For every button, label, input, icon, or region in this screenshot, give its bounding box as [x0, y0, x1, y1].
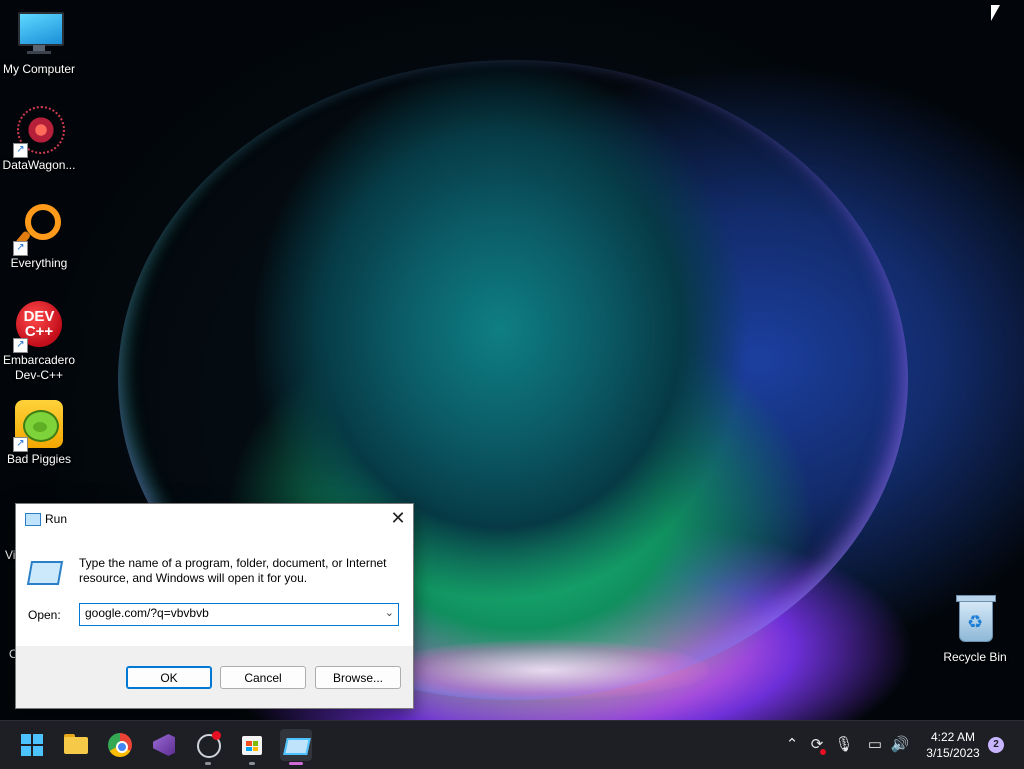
running-indicator — [205, 762, 211, 765]
clock-date: 3/15/2023 — [926, 746, 980, 760]
shortcut-arrow-icon: ↗ — [13, 338, 28, 353]
chrome-icon — [108, 733, 132, 757]
notification-badge[interactable]: 2 — [988, 737, 1004, 753]
desktop-icon-everything[interactable]: ↗ Everything — [0, 204, 79, 271]
mouse-cursor-icon — [991, 5, 1000, 21]
alert-dot-icon — [820, 749, 826, 755]
network-icon[interactable]: ▭ — [864, 721, 886, 769]
desktop-icon-my-computer[interactable]: My Computer — [0, 10, 79, 77]
active-indicator — [289, 762, 303, 765]
desktop-icon-label: My Computer — [2, 62, 76, 76]
desktop-icon-label: DataWagon... — [2, 158, 76, 172]
recording-dot-icon — [212, 731, 221, 740]
shortcut-arrow-icon: ↗ — [13, 241, 28, 256]
clock[interactable]: 4:22 AM 3/15/2023 — [920, 729, 986, 761]
chevron-up-icon[interactable]: ⌃ — [782, 721, 802, 769]
run-dialog-body: Type the name of a program, folder, docu… — [16, 534, 413, 646]
run-icon — [283, 738, 311, 755]
desktop-icon-label: Bad Piggies — [6, 452, 72, 466]
running-indicator — [249, 762, 255, 765]
bad-piggies-icon: ↗ — [13, 400, 63, 452]
devcpp-icon: DEV C++ ↗ — [13, 301, 63, 353]
desktop-icon-label: Embarcadero Dev-C++ — [2, 353, 76, 382]
desktop-icon-label-partial: Vi — [5, 548, 16, 562]
run-dialog: Run ✕ Type the name of a program, folder… — [15, 503, 414, 709]
run-titlebar[interactable]: Run ✕ — [16, 504, 413, 534]
desktop-icon-recycle-bin[interactable]: ♻ Recycle Bin — [935, 595, 1015, 665]
taskbar-obs[interactable] — [192, 729, 224, 765]
taskbar-visual-studio[interactable] — [148, 729, 180, 761]
open-label: Open: — [28, 608, 61, 622]
monitor-icon — [15, 10, 64, 58]
desktop-icon-bad-piggies[interactable]: ↗ Bad Piggies — [0, 400, 79, 467]
wallpaper-glow — [380, 640, 710, 700]
start-button[interactable] — [16, 729, 48, 761]
visual-studio-icon — [153, 734, 175, 756]
clock-time: 4:22 AM — [930, 730, 976, 744]
shortcut-arrow-icon: ↗ — [13, 143, 28, 158]
microphone-icon[interactable]: 🎙 — [834, 721, 854, 769]
desktop-icon-label: Everything — [10, 256, 68, 270]
taskbar: ⌃ ⟳ 🎙 ▭ 🔊 4:22 AM 3/15/2023 2 — [0, 720, 1024, 769]
browse-button[interactable]: Browse... — [315, 666, 401, 689]
shortcut-arrow-icon: ↗ — [13, 437, 28, 452]
run-icon — [26, 561, 64, 585]
taskbar-microsoft-store[interactable] — [236, 729, 268, 765]
run-icon — [25, 513, 41, 526]
open-combobox[interactable]: ⌄ — [79, 603, 399, 626]
ok-button[interactable]: OK — [126, 666, 212, 689]
open-input[interactable] — [85, 606, 375, 620]
cancel-button[interactable]: Cancel — [220, 666, 306, 689]
taskbar-file-explorer[interactable] — [60, 729, 92, 761]
sync-icon[interactable]: ⟳ — [806, 721, 828, 769]
taskbar-chrome[interactable] — [104, 729, 136, 761]
desktop-icon-datawagon[interactable]: ↗ DataWagon... — [0, 106, 79, 173]
run-dialog-title: Run — [45, 512, 68, 526]
folder-icon — [64, 737, 88, 754]
datawagon-icon: ↗ — [13, 106, 65, 158]
taskbar-run[interactable] — [280, 729, 312, 765]
recycle-bin-icon: ♻ — [951, 595, 999, 646]
close-icon[interactable]: ✕ — [383, 504, 413, 534]
everything-search-icon: ↗ — [13, 204, 63, 256]
windows-start-icon — [21, 734, 43, 756]
desktop-icon-devcpp[interactable]: DEV C++ ↗ Embarcadero Dev-C++ — [0, 301, 79, 383]
desktop-icon-label: Recycle Bin — [943, 650, 1007, 664]
chevron-down-icon[interactable]: ⌄ — [385, 606, 394, 619]
run-description: Type the name of a program, folder, docu… — [79, 556, 387, 585]
volume-icon[interactable]: 🔊 — [889, 721, 911, 769]
store-logo-icon — [246, 741, 258, 751]
